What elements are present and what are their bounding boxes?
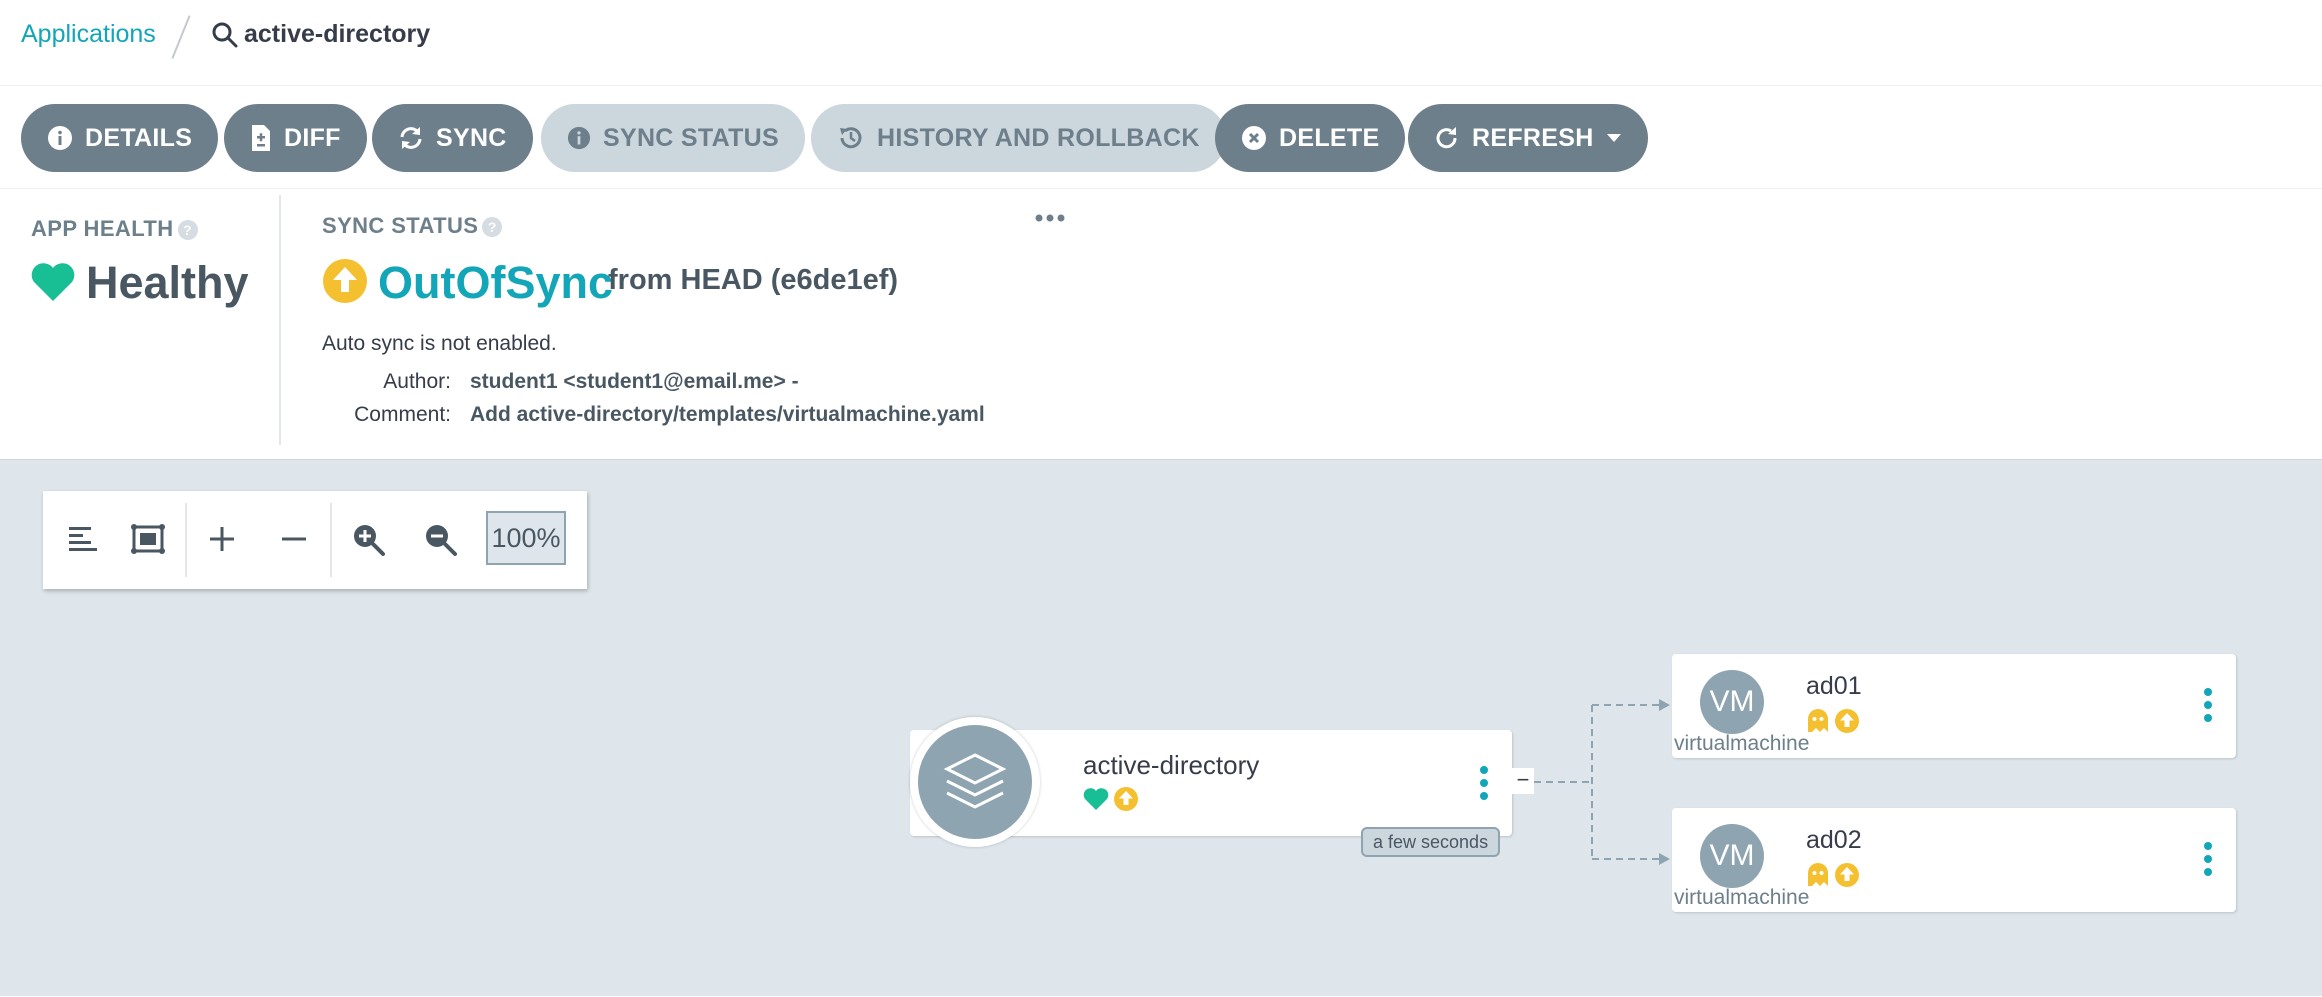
search-icon[interactable] bbox=[210, 20, 240, 50]
author-label: Author: bbox=[383, 370, 451, 393]
refresh-icon bbox=[1436, 127, 1457, 149]
details-button[interactable]: DETAILS bbox=[21, 104, 219, 172]
resource-menu-icon[interactable] bbox=[2204, 842, 2212, 876]
resource-menu-icon[interactable] bbox=[2204, 688, 2212, 722]
out-of-sync-icon bbox=[1835, 863, 1859, 887]
resource-name: ad02 bbox=[1806, 826, 1862, 854]
layers-icon bbox=[943, 753, 1007, 809]
delete-icon bbox=[1242, 126, 1266, 150]
breadcrumb-applications-link[interactable]: Applications bbox=[21, 20, 156, 49]
breadcrumb-separator bbox=[171, 15, 191, 59]
sync-button[interactable]: SYNC bbox=[372, 104, 533, 172]
heart-icon bbox=[31, 263, 75, 301]
delete-button[interactable]: DELETE bbox=[1215, 104, 1406, 172]
sync-status-button[interactable]: SYNC STATUS bbox=[541, 104, 805, 172]
comment-value: Add active-directory/templates/virtualma… bbox=[470, 403, 985, 426]
app-node-status bbox=[1083, 786, 1139, 812]
sync-label: SYNC bbox=[436, 123, 507, 152]
app-node-age-badge: a few seconds bbox=[1361, 827, 1501, 857]
sync-status-label: SYNC STATUS bbox=[322, 213, 479, 238]
refresh-button[interactable]: REFRESH bbox=[1408, 104, 1648, 172]
out-of-sync-icon bbox=[323, 259, 367, 303]
collapse-toggle[interactable]: − bbox=[1512, 768, 1534, 794]
help-icon[interactable]: ? bbox=[482, 217, 503, 238]
author-value: student1 <student1@email.me> - bbox=[470, 370, 799, 393]
info-icon bbox=[567, 126, 591, 150]
caret-down-icon bbox=[1606, 134, 1621, 142]
auto-sync-status: Auto sync is not enabled. bbox=[322, 332, 557, 355]
info-icon bbox=[48, 126, 72, 150]
sync-status-heading: SYNC STATUS? bbox=[322, 213, 503, 239]
resource-graph-canvas[interactable]: 100% active-directory a few seconds − VM… bbox=[0, 459, 2322, 996]
ghost-icon bbox=[1808, 863, 1828, 886]
app-toolbar: DETAILS DIFF SYNC SYNC STATUS HISTORY AN… bbox=[0, 86, 2322, 189]
resource-kind: virtualmachine bbox=[1674, 732, 1810, 755]
breadcrumb-current-app: active-directory bbox=[244, 20, 431, 48]
diff-button[interactable]: DIFF bbox=[224, 104, 367, 172]
resource-status bbox=[1806, 862, 1860, 888]
details-label: DETAILS bbox=[85, 123, 193, 152]
resource-name: ad01 bbox=[1806, 672, 1862, 700]
resource-kind: virtualmachine bbox=[1674, 886, 1810, 909]
resource-node-ad01[interactable]: VM ad01 virtualmachine bbox=[1672, 654, 2236, 758]
sync-revision: from HEAD (e6de1ef) bbox=[608, 264, 899, 296]
app-node-name: active-directory bbox=[1083, 750, 1260, 780]
app-health-heading: APP HEALTH? bbox=[31, 216, 198, 242]
more-options-icon[interactable] bbox=[1035, 213, 1065, 223]
sync-status-label: SYNC STATUS bbox=[603, 123, 779, 152]
history-icon bbox=[840, 127, 862, 149]
vm-icon: VM bbox=[1700, 670, 1764, 734]
history-rollback-label: HISTORY AND ROLLBACK bbox=[877, 123, 1200, 152]
vm-icon: VM bbox=[1700, 824, 1764, 888]
refresh-label: REFRESH bbox=[1472, 123, 1594, 152]
delete-label: DELETE bbox=[1279, 123, 1380, 152]
sync-icon bbox=[400, 127, 422, 149]
diff-label: DIFF bbox=[284, 123, 341, 152]
comment-label: Comment: bbox=[354, 403, 451, 426]
app-health-value: Healthy bbox=[86, 257, 249, 308]
top-bar: Applications active-directory bbox=[0, 0, 2322, 86]
file-diff-icon bbox=[252, 125, 270, 151]
divider bbox=[279, 195, 281, 445]
help-icon[interactable]: ? bbox=[177, 220, 198, 241]
app-node-menu-icon[interactable] bbox=[1480, 766, 1488, 800]
heart-icon bbox=[1083, 788, 1109, 810]
app-health-label: APP HEALTH bbox=[31, 216, 174, 241]
out-of-sync-icon bbox=[1835, 709, 1859, 733]
ghost-icon bbox=[1808, 709, 1828, 732]
app-node-icon bbox=[910, 717, 1040, 847]
status-panel: APP HEALTH? Healthy SYNC STATUS? OutOfSy… bbox=[0, 189, 2322, 459]
out-of-sync-icon bbox=[1114, 787, 1138, 811]
resource-status bbox=[1806, 708, 1860, 734]
resource-node-ad02[interactable]: VM ad02 virtualmachine bbox=[1672, 808, 2236, 912]
history-rollback-button[interactable]: HISTORY AND ROLLBACK bbox=[811, 104, 1226, 172]
sync-status-value: OutOfSync bbox=[378, 257, 614, 308]
